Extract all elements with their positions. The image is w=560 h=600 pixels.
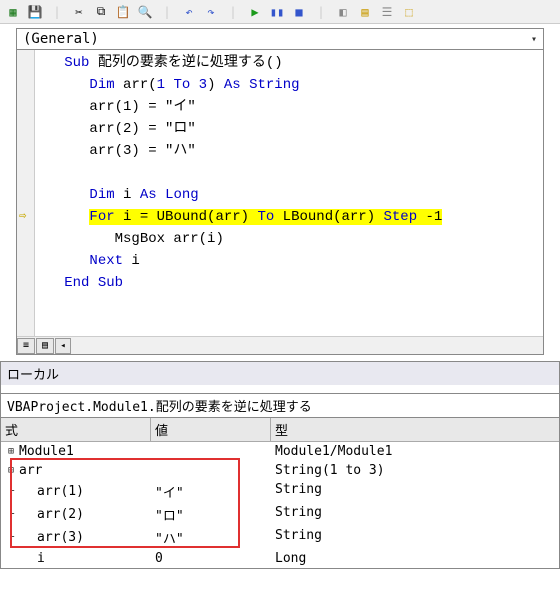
locals-grid: 式 値 型 ⊞Module1 Module1/Module1 ⊟arr String(… [0,418,560,569]
cut-icon[interactable]: ✂ [70,3,88,21]
tree-toggle-icon: ├ [5,509,17,520]
procedure-view-icon[interactable]: ≡ [17,338,35,354]
separator-icon: | [48,3,66,21]
pause-icon[interactable]: ▮▮ [268,3,286,21]
separator-icon: | [158,3,176,21]
full-view-icon[interactable]: ▤ [36,338,54,354]
project-icon[interactable]: ▤ [356,3,374,21]
copy-icon[interactable]: ⧉ [92,3,110,21]
locals-type: String [271,526,559,549]
locals-exp: Module1 [19,444,74,459]
chevron-down-icon: ▾ [531,34,537,45]
col-header-value[interactable]: 値 [151,418,271,441]
locals-context: VBAProject.Module1.配列の要素を逆に処理する [0,393,560,418]
locals-type: String [271,503,559,526]
dropdown-value: (General) [23,31,99,47]
tree-toggle-icon[interactable]: ⊞ [5,446,17,457]
locals-type: Module1/Module1 [271,442,559,461]
code-scrollbar[interactable]: ≡ ▤ ◂ [17,336,543,354]
tree-toggle-icon[interactable]: ⊟ [5,465,17,476]
run-icon[interactable]: ▶ [246,3,264,21]
locals-type: Long [271,549,559,568]
locals-type: String [271,480,559,503]
props-icon[interactable]: ☰ [378,3,396,21]
code-text[interactable]: Sub 配列の要素を逆に処理する() Dim arr(1 To 3) As St… [35,50,543,336]
execution-pointer-icon: ⇨ [19,208,26,222]
excel-icon[interactable]: ▦ [4,3,22,21]
locals-exp: arr(1) [37,484,84,499]
locals-val: "ハ" [151,526,271,549]
locals-type: String(1 to 3) [271,461,559,480]
locals-exp: arr(2) [37,507,84,522]
locals-row[interactable]: ⊞Module1 Module1/Module1 [1,442,559,461]
find-icon[interactable]: 🔍 [136,3,154,21]
locals-val: 0 [151,549,271,568]
save-icon[interactable]: 💾 [26,3,44,21]
locals-val [151,442,271,461]
locals-val: "イ" [151,480,271,503]
locals-row[interactable]: ├ arr(1) "イ"String [1,480,559,503]
locals-row[interactable]: ⊟arr String(1 to 3) [1,461,559,480]
tree-toggle-icon: └ [5,532,17,543]
object-dropdown[interactable]: (General) ▾ [16,28,544,50]
locals-exp: i [37,551,45,566]
locals-val [151,461,271,480]
locals-title: ローカル [0,361,560,385]
toolbar: ▦ 💾 | ✂ ⧉ 📋 🔍 | ↶ ↷ | ▶ ▮▮ ■ | ◧ ▤ ☰ ⬚ [0,0,560,24]
code-editor[interactable]: ⇨ Sub 配列の要素を逆に処理する() Dim arr(1 To 3) As … [16,50,544,355]
col-header-type[interactable]: 型 [271,418,559,441]
tree-toggle-icon: ├ [5,486,17,497]
col-header-expression[interactable]: 式 [1,418,151,441]
undo-icon[interactable]: ↶ [180,3,198,21]
locals-exp: arr [19,463,42,478]
object-icon[interactable]: ⬚ [400,3,418,21]
stop-icon[interactable]: ■ [290,3,308,21]
code-gutter: ⇨ [17,50,35,336]
separator-icon: | [224,3,242,21]
redo-icon[interactable]: ↷ [202,3,220,21]
design-icon[interactable]: ◧ [334,3,352,21]
separator-icon: | [312,3,330,21]
paste-icon[interactable]: 📋 [114,3,132,21]
locals-exp: arr(3) [37,530,84,545]
locals-val: "ロ" [151,503,271,526]
locals-row[interactable]: ├ arr(2) "ロ"String [1,503,559,526]
locals-row[interactable]: └ arr(3) "ハ"String [1,526,559,549]
scroll-left-icon[interactable]: ◂ [55,338,71,354]
locals-row[interactable]: i 0Long [1,549,559,568]
locals-header: 式 値 型 [1,418,559,442]
